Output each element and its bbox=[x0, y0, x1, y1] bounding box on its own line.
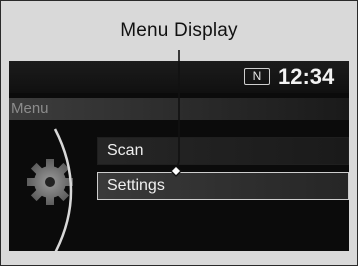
menu-item-label: Settings bbox=[107, 177, 165, 194]
menu-item-label: Scan bbox=[107, 142, 144, 159]
menu-screen: N 12:34 Menu Scan Settings bbox=[9, 61, 349, 251]
selector-arc bbox=[53, 128, 73, 251]
clock: 12:34 bbox=[278, 64, 335, 89]
gear-position-indicator: N bbox=[244, 68, 270, 85]
figure-frame: Menu Display N 12:34 Menu Scan Settings bbox=[0, 0, 358, 266]
callout-label: Menu Display bbox=[120, 20, 238, 41]
status-bar: N 12:34 bbox=[9, 61, 349, 93]
menu-header: Menu bbox=[9, 98, 349, 120]
menu-item-scan[interactable]: Scan bbox=[97, 137, 349, 165]
menu-title: Menu bbox=[11, 100, 49, 117]
menu-item-settings[interactable]: Settings bbox=[97, 172, 349, 200]
